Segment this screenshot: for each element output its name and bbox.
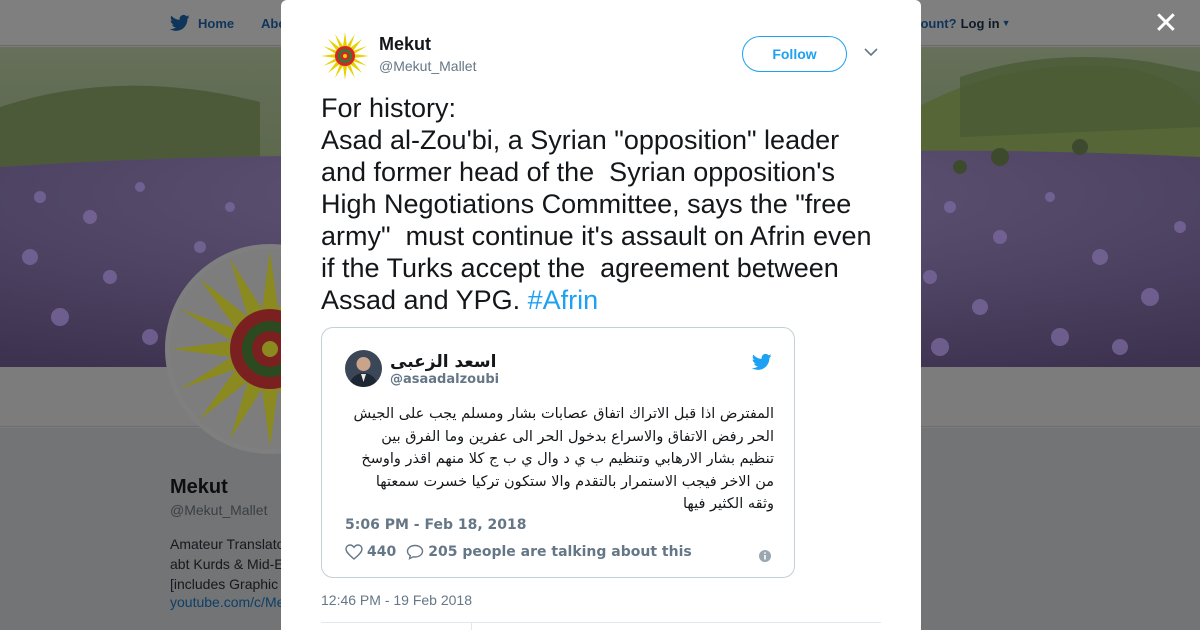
person-photo-avatar: [345, 350, 382, 387]
login-area[interactable]: ccount? Log in ▼: [906, 0, 1010, 46]
tweet-timestamp[interactable]: 12:46 PM - 19 Feb 2018: [321, 592, 472, 608]
like-count: 440: [367, 544, 397, 560]
login-link[interactable]: Log in: [961, 16, 1000, 31]
profile-bio-line: [includes Graphic: [170, 576, 279, 592]
twitter-bird-icon[interactable]: [752, 352, 772, 372]
embedded-author-handle[interactable]: @asaadalzoubi: [390, 372, 499, 387]
tweet-author-handle[interactable]: @Mekut_Mallet: [379, 58, 476, 74]
embedded-tweet-stats: 440 205 people are talking about this: [345, 544, 692, 560]
embedded-author-name[interactable]: اسعد الزعبى: [390, 352, 496, 372]
divider: [471, 623, 472, 630]
profile-handle: @Mekut_Mallet: [170, 502, 268, 518]
profile-name: Mekut: [170, 476, 228, 498]
embedded-tweet-card[interactable]: اسعد الزعبى @asaadalzoubi المفترض اذا قب…: [321, 327, 795, 578]
caret-down-icon: ▼: [1001, 18, 1011, 28]
tweet-body: For history: Asad al-Zou'bi, a Syrian "o…: [321, 93, 872, 315]
profile-website-link[interactable]: youtube.com/c/Me: [170, 594, 282, 610]
hashtag-link[interactable]: #Afrin: [528, 285, 599, 315]
close-icon[interactable]: ✕: [1152, 9, 1180, 39]
sun-emblem-avatar: [321, 32, 369, 80]
talking-count[interactable]: 205 people are talking about this: [428, 544, 691, 560]
nav-home[interactable]: Home: [170, 0, 234, 46]
tweet-author-name[interactable]: Mekut: [379, 34, 431, 55]
embedded-tweet-timestamp[interactable]: 5:06 PM - Feb 18, 2018: [345, 517, 526, 533]
info-icon[interactable]: [758, 549, 772, 563]
chevron-down-icon[interactable]: [863, 44, 879, 60]
divider: [321, 622, 881, 623]
heart-icon[interactable]: [345, 544, 363, 560]
tweet-author-avatar[interactable]: [321, 32, 369, 80]
embedded-author-avatar[interactable]: [345, 350, 382, 387]
profile-bio: Amateur Translato abt Kurds & Mid-E [inc…: [170, 534, 282, 594]
profile-bio-line: abt Kurds & Mid-E: [170, 556, 282, 572]
embedded-tweet-text: المفترض اذا قبل الاتراك اتفاق عصابات بشا…: [353, 406, 774, 512]
comment-icon[interactable]: [406, 544, 424, 560]
follow-button[interactable]: Follow: [742, 36, 847, 72]
tweet-text: For history: Asad al-Zou'bi, a Syrian "o…: [321, 92, 881, 316]
tweet-modal: Mekut @Mekut_Mallet Follow For history: …: [281, 0, 921, 630]
profile-bio-line: Amateur Translato: [170, 536, 282, 552]
twitter-bird-icon: [170, 14, 190, 31]
nav-home-label: Home: [198, 15, 235, 31]
